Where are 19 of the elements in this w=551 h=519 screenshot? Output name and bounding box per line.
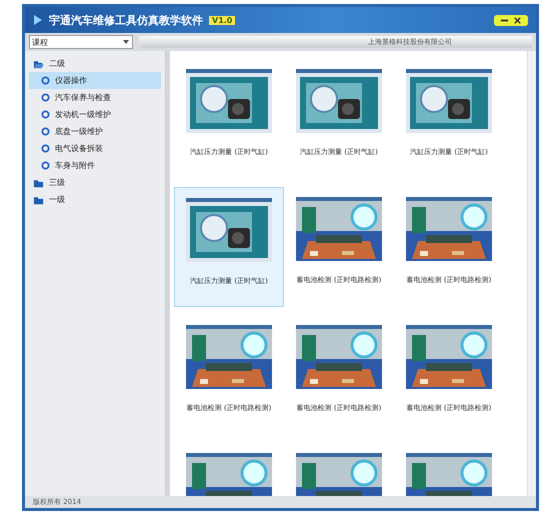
tree-item[interactable]: 发动机一级维护 — [29, 106, 161, 123]
tree-item[interactable]: 仪器操作 — [29, 72, 161, 89]
window-title: 宇通汽车维修工具仿真教学软件 — [49, 12, 203, 28]
dropdown-arrow-icon — [122, 38, 130, 46]
dropdown-value: 课程 — [32, 36, 48, 48]
tree-folder[interactable]: 二级 — [29, 55, 161, 72]
folder-icon — [33, 194, 44, 204]
tree-folder[interactable]: 一级 — [29, 191, 161, 208]
tree-item[interactable]: 车身与附件 — [29, 157, 161, 174]
tree-item[interactable]: 汽车保养与检查 — [29, 89, 161, 106]
version-badge: V1.0 — [209, 16, 236, 24]
folder-icon — [33, 178, 44, 188]
tree-item[interactable]: 底盘一级维护 — [29, 123, 161, 140]
close-icon — [513, 16, 522, 24]
open-folder-icon — [33, 58, 44, 68]
course-dropdown[interactable]: 课程 — [29, 35, 133, 49]
tree-item[interactable]: 电气设备拆装 — [29, 140, 161, 157]
tree-folder[interactable]: 三级 — [29, 174, 161, 191]
play-icon — [33, 14, 43, 26]
